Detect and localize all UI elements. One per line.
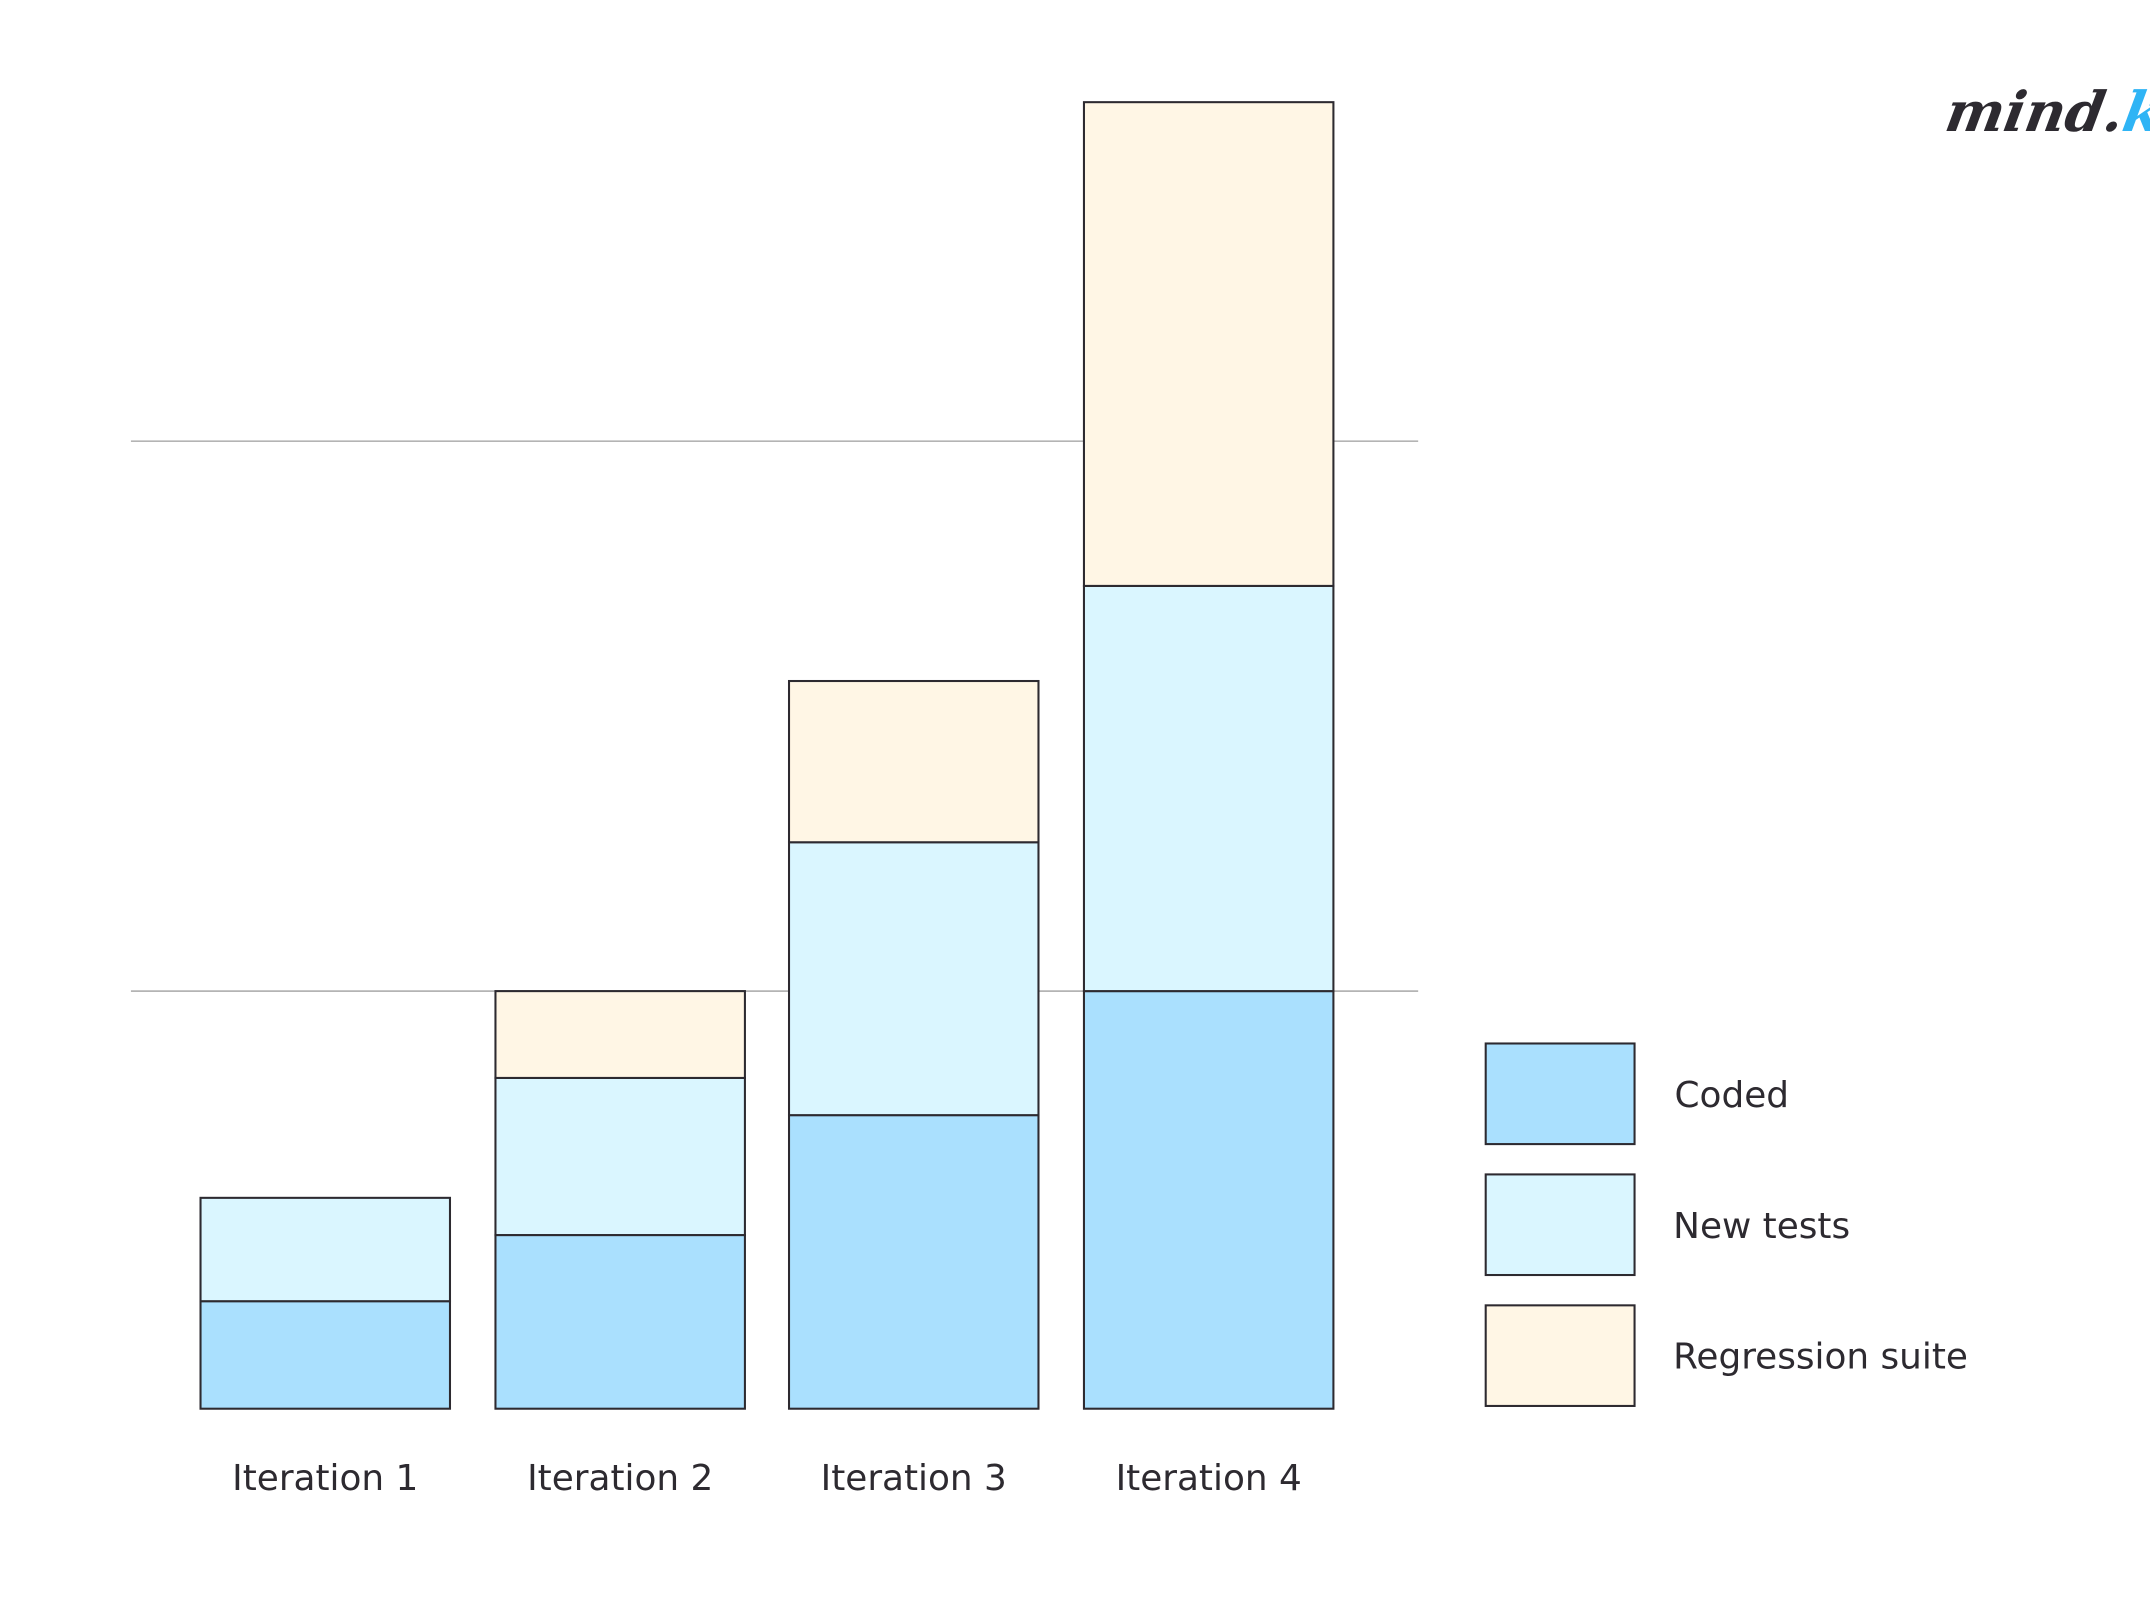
bar-segment-new-tests: [494, 1076, 746, 1237]
bar-segment-new-tests: [787, 841, 1040, 1117]
bar-segment-new-tests: [1082, 584, 1335, 993]
bar-segment-coded: [787, 1114, 1040, 1410]
legend-swatch-new-tests: [1484, 1173, 1636, 1277]
legend-swatch-regression-suite: [1484, 1304, 1636, 1407]
legend-label-regression-suite: Regression suite: [1673, 1337, 1968, 1378]
bar-segment-new-tests: [199, 1196, 452, 1303]
legend-label-coded: Coded: [1675, 1075, 1789, 1116]
stacked-bar-chart: Iteration 1 Iteration 2 Iteration 3 Iter…: [130, 81, 2150, 1499]
x-tick-label: Iteration 3: [821, 1458, 1007, 1499]
bars: [199, 101, 1335, 1410]
x-tick-label: Iteration 4: [1116, 1458, 1302, 1499]
logo-text: mind.k: [1941, 81, 2150, 146]
bar-segment-regression-suite: [787, 679, 1040, 844]
bar-segment-coded: [494, 1234, 746, 1410]
bar-segment-regression-suite: [1082, 101, 1335, 587]
legend-label-new-tests: New tests: [1673, 1206, 1850, 1247]
bar-segment-coded: [1082, 990, 1335, 1410]
brand-logo: mind.k: [1941, 81, 2150, 146]
legend-swatch-coded: [1484, 1042, 1636, 1146]
x-axis-labels: Iteration 1 Iteration 2 Iteration 3 Iter…: [232, 1458, 1302, 1499]
legend: Coded New tests Regression suite: [1484, 1042, 1968, 1407]
bar-segment-coded: [199, 1300, 452, 1410]
bar-segment-regression-suite: [494, 990, 746, 1079]
x-tick-label: Iteration 1: [232, 1458, 418, 1499]
x-tick-label: Iteration 2: [527, 1458, 713, 1499]
